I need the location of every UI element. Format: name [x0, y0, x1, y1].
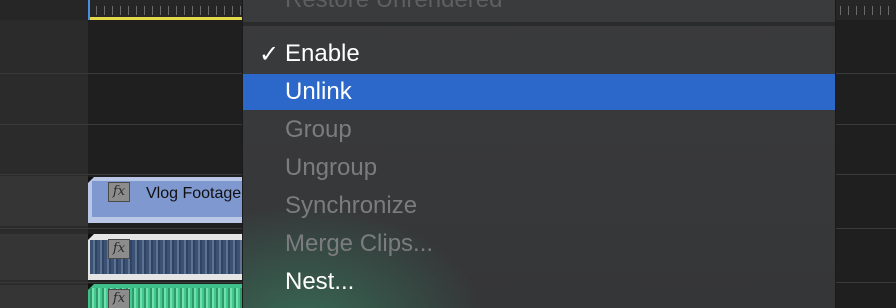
- menu-item-unlink[interactable]: Unlink: [243, 74, 835, 110]
- menu-separator: [243, 22, 835, 26]
- menu-item-label: Group: [285, 116, 352, 143]
- menu-item-label: Synchronize: [285, 192, 418, 219]
- video-track-header[interactable]: [0, 176, 88, 226]
- menu-item-label: Merge Clips...: [285, 230, 434, 257]
- video-clip[interactable]: fx Vlog Footage: [88, 177, 248, 223]
- playhead[interactable]: [88, 0, 90, 20]
- audio-clip-1[interactable]: fx: [88, 234, 248, 280]
- menu-item-label: Enable: [285, 40, 360, 67]
- audio-clip-2[interactable]: fx: [88, 284, 248, 308]
- audio-track-header-2[interactable]: [0, 285, 88, 308]
- clip-context-menu: Restore Unrendered ✓ Enable Unlink Group…: [242, 0, 836, 308]
- menu-item-group: Group: [243, 112, 835, 148]
- fx-badge-icon[interactable]: fx: [108, 289, 130, 308]
- clip-corner-marker: [88, 284, 94, 290]
- audio-track-header-1[interactable]: [0, 234, 88, 280]
- menu-item-label: Restore Unrendered: [285, 0, 502, 13]
- fx-badge-icon[interactable]: fx: [108, 239, 130, 259]
- clip-corner-marker: [88, 177, 94, 183]
- fx-badge-icon[interactable]: fx: [108, 182, 130, 202]
- menu-item-synchronize: Synchronize: [243, 188, 835, 224]
- clip-corner-marker: [88, 234, 94, 240]
- menu-item-label: Ungroup: [285, 154, 378, 181]
- menu-item-enable[interactable]: ✓ Enable: [243, 36, 835, 72]
- menu-item-restore-unrendered: Restore Unrendered: [243, 0, 835, 18]
- menu-item-label: Nest...: [285, 268, 355, 295]
- menu-item-label: Unlink: [285, 78, 352, 105]
- checkmark-icon: ✓: [258, 40, 280, 68]
- video-clip-title: Vlog Footage: [146, 185, 242, 202]
- menu-item-merge-clips: Merge Clips...: [243, 226, 835, 262]
- menu-item-ungroup: Ungroup: [243, 150, 835, 186]
- ruler-left-gap: [0, 0, 88, 20]
- menu-item-nest[interactable]: Nest...: [243, 264, 835, 300]
